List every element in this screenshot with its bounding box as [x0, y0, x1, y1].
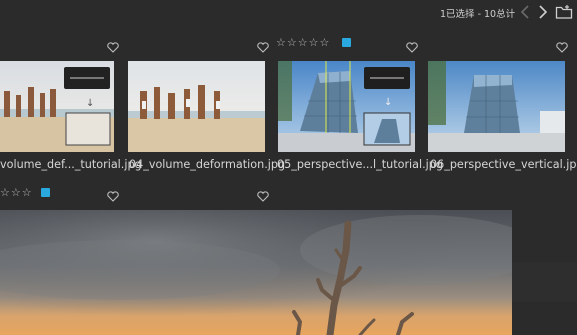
- color-label-blue[interactable]: [41, 188, 50, 197]
- rating-stars[interactable]: ☆ ☆ ☆ ☆ ☆: [276, 37, 329, 48]
- star-icon[interactable]: ☆: [320, 37, 330, 48]
- heart-icon[interactable]: [556, 38, 568, 53]
- selection-count: 1已选择 - 10总计: [440, 9, 516, 20]
- thumbnail-04-volume-deformation[interactable]: [128, 61, 265, 152]
- thumbnail-06-perspective-vertical[interactable]: [428, 61, 565, 152]
- heart-icon[interactable]: [107, 187, 119, 202]
- chevron-left-icon[interactable]: [518, 4, 532, 20]
- star-icon[interactable]: ☆: [0, 187, 10, 198]
- svg-text:↓: ↓: [384, 97, 392, 108]
- filename-label: 06_perspective_vertical.jpg: [430, 158, 577, 171]
- color-label-blue[interactable]: [342, 38, 351, 47]
- heart-icon[interactable]: [406, 38, 418, 53]
- rating-stars[interactable]: ☆ ☆ ☆: [0, 187, 32, 198]
- heart-icon[interactable]: [257, 187, 269, 202]
- star-icon[interactable]: ☆: [287, 37, 297, 48]
- star-icon[interactable]: ☆: [11, 187, 21, 198]
- panel-background: [512, 262, 577, 302]
- thumbnail-volume-tutorial[interactable]: ↓: [0, 61, 114, 152]
- filename-label: 04_volume_deformation.jpg: [129, 158, 286, 171]
- svg-text:↓: ↓: [86, 98, 94, 109]
- selected-image-preview[interactable]: [0, 210, 512, 335]
- chevron-right-icon[interactable]: [536, 4, 550, 20]
- star-icon[interactable]: ☆: [298, 37, 308, 48]
- thumbnail-05-perspective-tutorial[interactable]: ↓: [278, 61, 415, 152]
- heart-icon[interactable]: [257, 38, 269, 53]
- folder-icon[interactable]: [555, 4, 573, 20]
- filename-label: 05_perspective...l_tutorial.jpg: [277, 158, 443, 171]
- star-icon[interactable]: ☆: [22, 187, 32, 198]
- filename-label: volume_def..._tutorial.jpg: [0, 158, 142, 171]
- heart-icon[interactable]: [107, 38, 119, 53]
- star-icon[interactable]: ☆: [309, 37, 319, 48]
- star-icon[interactable]: ☆: [276, 37, 286, 48]
